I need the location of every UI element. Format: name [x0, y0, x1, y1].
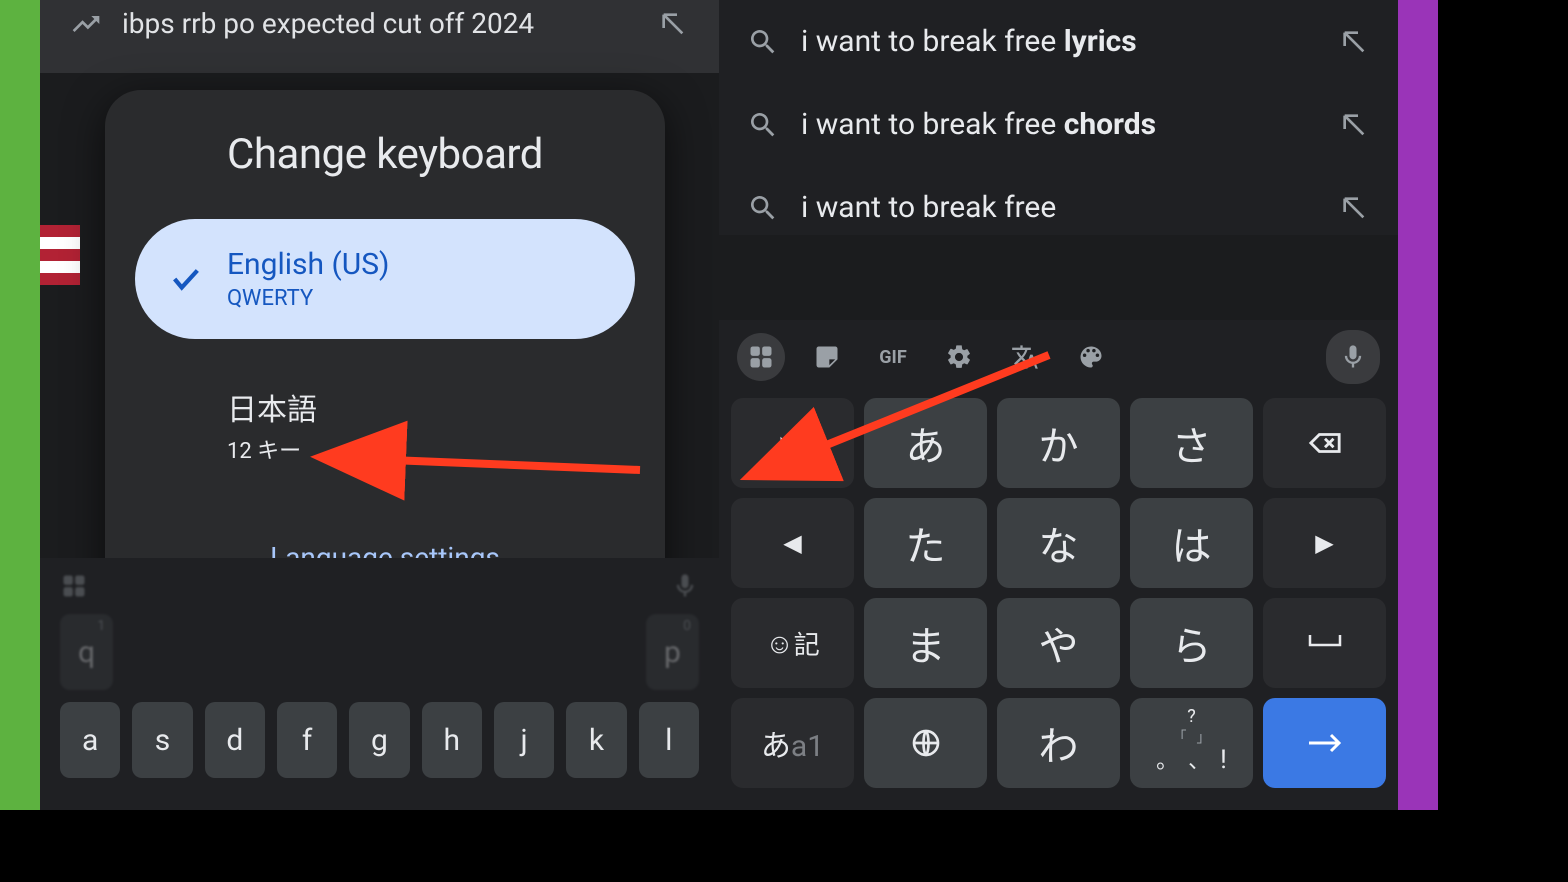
kana-key[interactable]: さ [1130, 398, 1253, 488]
search-suggestion-area: ibps rrb po expected cut off 2024 [40, 0, 719, 73]
trending-icon [70, 8, 102, 40]
keyboard-option-name: 日本語 [227, 385, 317, 429]
grid-icon[interactable] [737, 333, 785, 381]
kana-key[interactable]: や [997, 598, 1120, 688]
suggestion-text: i want to break free lyrics [801, 24, 1316, 59]
japanese-keyboard: GIF あ か さ ◀ た な は ▶ ☺記 ま や ら あa1 [719, 320, 1398, 810]
phone-screenshot-right: i want to break free lyrics i want to br… [719, 0, 1398, 810]
suggestion-text: ibps rrb po expected cut off 2024 [122, 4, 637, 43]
keyboard-row-2: a s d f g h j k l [60, 702, 699, 778]
undo-key[interactable] [731, 398, 854, 488]
keyboard-option-japanese[interactable]: 日本語 12 キー [135, 357, 635, 493]
palette-icon[interactable] [1067, 333, 1115, 381]
globe-key[interactable] [864, 698, 987, 788]
keyboard-option-english[interactable]: English (US) QWERTY [135, 219, 635, 339]
key-j[interactable]: j [494, 702, 554, 778]
keyboard-toolbar: GIF [731, 320, 1386, 398]
search-icon [747, 26, 779, 58]
key-l[interactable]: l [639, 702, 699, 778]
key-p[interactable]: p0 [646, 614, 699, 690]
enter-key[interactable] [1263, 698, 1386, 788]
kana-key[interactable]: た [864, 498, 987, 588]
change-keyboard-dialog: Change keyboard English (US) QWERTY 日本語 … [105, 90, 665, 614]
space-icon [1308, 633, 1342, 653]
kana-key[interactable]: ま [864, 598, 987, 688]
key-q[interactable]: q1 [60, 614, 113, 690]
grid-icon [60, 572, 88, 600]
kana-key[interactable]: わ [997, 698, 1120, 788]
kana-key[interactable]: あ [864, 398, 987, 488]
cursor-right-key[interactable]: ▶ [1263, 498, 1386, 588]
key-h[interactable]: h [422, 702, 482, 778]
suggestion-text: i want to break free chords [801, 107, 1316, 142]
undo-icon [778, 428, 808, 458]
gif-button[interactable]: GIF [869, 333, 917, 381]
right-accent-bar [1398, 0, 1438, 810]
left-accent-bar [0, 0, 40, 810]
search-icon [747, 192, 779, 224]
key-f[interactable]: f [277, 702, 337, 778]
insert-arrow-icon[interactable] [657, 8, 689, 40]
mic-icon[interactable] [1326, 330, 1380, 384]
search-suggestion-row[interactable]: ibps rrb po expected cut off 2024 [70, 0, 689, 73]
insert-arrow-icon[interactable] [1338, 109, 1370, 141]
mode-switch-key[interactable]: あa1 [731, 698, 854, 788]
us-flag-image [40, 225, 80, 285]
translate-icon[interactable] [1001, 333, 1049, 381]
kana-key[interactable]: な [997, 498, 1120, 588]
kana-key[interactable]: か [997, 398, 1120, 488]
sticker-icon[interactable] [803, 333, 851, 381]
key-d[interactable]: d [205, 702, 265, 778]
key-g[interactable]: g [349, 702, 409, 778]
cursor-left-key[interactable]: ◀ [731, 498, 854, 588]
key-s[interactable]: s [132, 702, 192, 778]
mic-icon [671, 572, 699, 600]
punctuation-key[interactable]: ? 「」。、! [1130, 698, 1253, 788]
enter-arrow-icon [1305, 731, 1345, 755]
kana-key[interactable]: ら [1130, 598, 1253, 688]
backspace-key[interactable] [1263, 398, 1386, 488]
insert-arrow-icon[interactable] [1338, 192, 1370, 224]
globe-icon [910, 727, 942, 759]
suggestion-row[interactable]: i want to break free [719, 166, 1398, 235]
kana-key[interactable]: は [1130, 498, 1253, 588]
keyboard-option-layout: QWERTY [227, 286, 389, 311]
suggestion-row[interactable]: i want to break free lyrics [719, 0, 1398, 83]
keyboard-option-name: English (US) [227, 247, 389, 282]
keyboard-row-1: q1 p0 [60, 614, 699, 690]
search-suggestions-right: i want to break free lyrics i want to br… [719, 0, 1398, 235]
dialog-title: Change keyboard [135, 130, 635, 179]
key-k[interactable]: k [566, 702, 626, 778]
suggestion-row[interactable]: i want to break free chords [719, 83, 1398, 166]
search-icon [747, 109, 779, 141]
insert-arrow-icon[interactable] [1338, 26, 1370, 58]
checkmark-icon [169, 262, 203, 296]
space-key[interactable] [1263, 598, 1386, 688]
backspace-icon [1308, 426, 1342, 460]
phone-screenshot-left: ibps rrb po expected cut off 2024 Change… [40, 0, 719, 810]
gear-icon[interactable] [935, 333, 983, 381]
keyboard-option-layout: 12 キー [227, 433, 317, 465]
key-a[interactable]: a [60, 702, 120, 778]
emoji-symbol-key[interactable]: ☺記 [731, 598, 854, 688]
keyboard-background-left: q1 p0 a s d f g h j k l [40, 558, 719, 810]
suggestion-text: i want to break free [801, 190, 1316, 225]
